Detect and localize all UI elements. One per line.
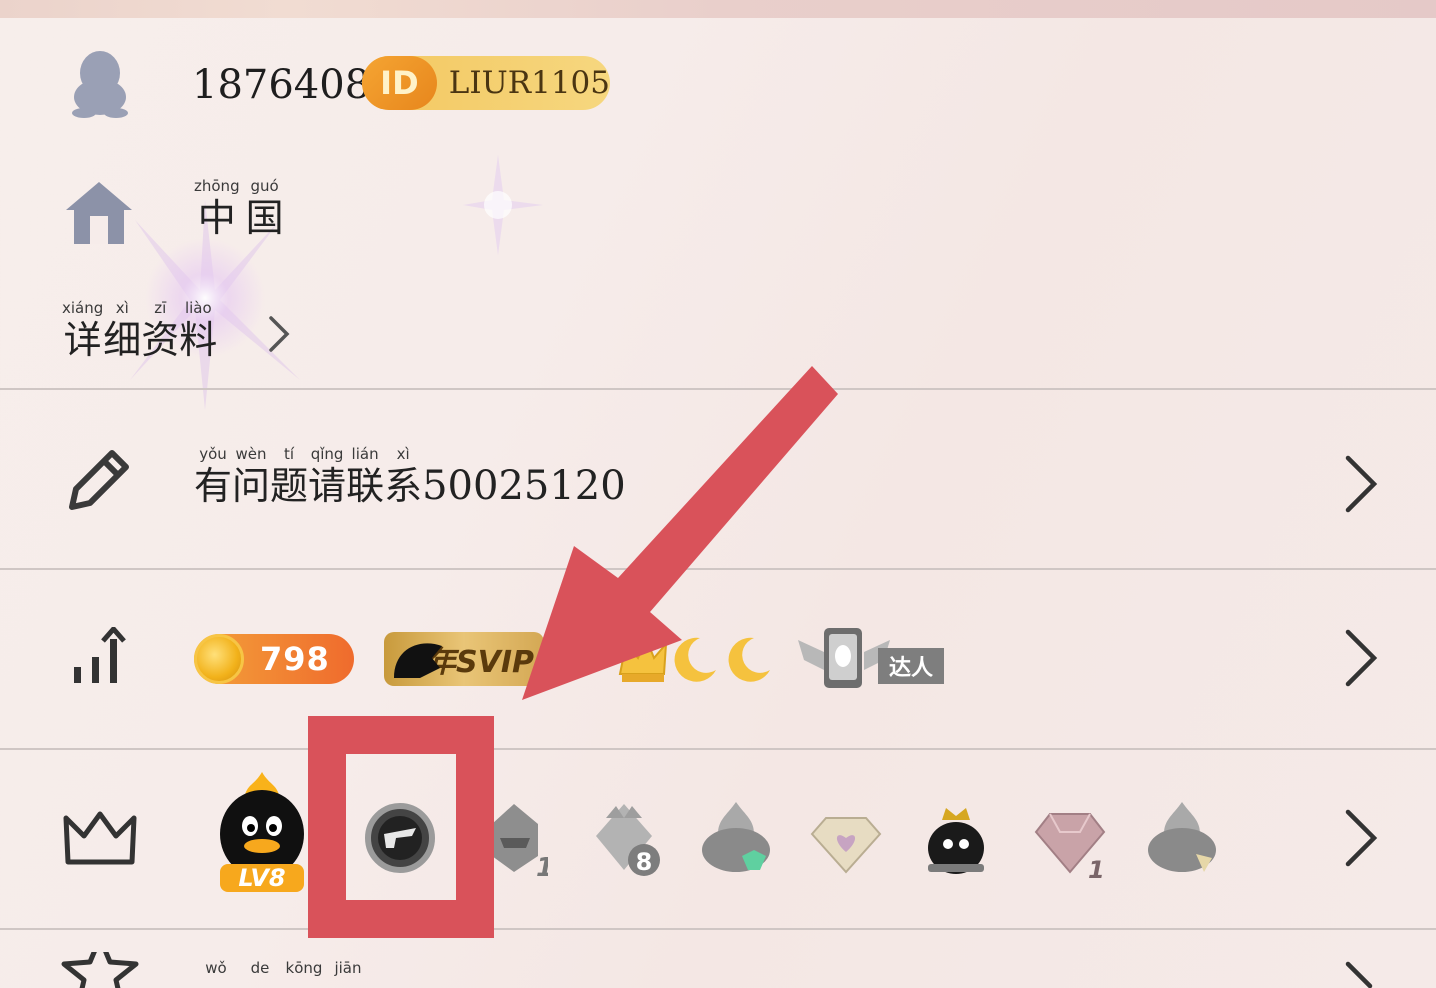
growth-chart-icon xyxy=(66,626,136,688)
pinyin: qǐng xyxy=(310,445,344,463)
char: 中 xyxy=(197,196,236,240)
moon-level-icon xyxy=(728,637,770,682)
home-icon xyxy=(62,178,136,248)
daren-badge[interactable]: 达人 xyxy=(796,626,944,690)
char: 题 xyxy=(270,464,309,508)
svip-badge[interactable]: 年SVIP xyxy=(384,632,544,686)
knight-helmet-badge-icon[interactable]: 1 xyxy=(486,800,548,880)
star-outline-icon xyxy=(60,952,140,988)
pinyin: kōng xyxy=(285,960,323,977)
annotation-highlight-box xyxy=(308,716,494,938)
badge-count: 1 xyxy=(536,853,548,880)
details-chevron-icon[interactable] xyxy=(266,314,292,354)
pinyin: tí xyxy=(284,445,295,463)
coin-badge[interactable]: 798 xyxy=(194,634,354,684)
pinyin: xì xyxy=(115,299,129,317)
pink-diamond-badge-icon[interactable]: 1 xyxy=(1032,810,1108,880)
char: 请 xyxy=(308,464,347,508)
top-bar xyxy=(0,0,1436,18)
pinyin: xì xyxy=(396,445,410,463)
char: 料 xyxy=(179,318,218,362)
divider xyxy=(0,388,1436,390)
heart-diamond-badge-icon[interactable] xyxy=(808,814,884,874)
qq-penguin-icon xyxy=(66,48,134,120)
char: 细 xyxy=(103,318,142,362)
crown-level-icon xyxy=(618,635,668,682)
char: 联 xyxy=(346,464,385,508)
small-sparkle-decoration xyxy=(463,155,543,255)
signature-text[interactable]: yǒu 有 wèn 问 tí 题 qǐng 请 lián 联 xì 系 50025120 xyxy=(194,446,626,508)
svip-penguin-icon xyxy=(394,643,442,678)
pinyin: wèn xyxy=(235,445,267,463)
pinyin: zhōng xyxy=(194,177,240,195)
id-icon: ID xyxy=(362,56,437,110)
char: 详 xyxy=(63,318,102,362)
gem-count: 8 xyxy=(636,848,653,876)
divider xyxy=(0,568,1436,570)
chevron-right-icon[interactable] xyxy=(1344,628,1378,688)
crown-gem-badge-icon[interactable]: 8 xyxy=(586,800,662,880)
pinyin: zī xyxy=(154,299,167,317)
coin-icon xyxy=(194,634,244,684)
flame-green-gem-badge-icon[interactable] xyxy=(696,800,776,880)
divider xyxy=(0,928,1436,930)
pinyin: xiáng xyxy=(62,299,104,317)
chevron-right-icon[interactable] xyxy=(1344,960,1378,988)
pinyin: lián xyxy=(351,445,379,463)
pinyin: jiān xyxy=(334,960,362,977)
location-text: zhōng 中 guó 国 xyxy=(194,178,284,240)
flame-helmet-badge-icon[interactable] xyxy=(1142,800,1222,880)
qq-number: 1876408 xyxy=(192,62,371,108)
char: 国 xyxy=(245,196,284,240)
my-space-text[interactable]: wǒ de kōng jiān xyxy=(194,960,370,988)
divider xyxy=(0,748,1436,750)
qq-id-badge[interactable]: ID LIUR1105 xyxy=(362,56,610,110)
char: 系 xyxy=(384,464,423,508)
pinyin: wǒ xyxy=(205,960,227,977)
char: 问 xyxy=(232,464,271,508)
qq-level-penguin-icon[interactable]: LV8 xyxy=(212,770,312,894)
pinyin: guó xyxy=(250,177,279,195)
qq-id-value: LIUR1105 xyxy=(448,65,610,101)
coin-value: 798 xyxy=(260,640,330,678)
crown-penguin-badge-icon[interactable] xyxy=(924,806,988,876)
details-link[interactable]: xiáng 详 xì 细 zī 资 liào 料 xyxy=(62,300,217,362)
moon-level-icon xyxy=(674,637,716,682)
pinyin: liào xyxy=(184,299,212,317)
chevron-right-icon[interactable] xyxy=(1344,454,1378,514)
lv-label: LV8 xyxy=(238,864,285,892)
badge-count: 1 xyxy=(1088,856,1105,880)
crown-outline-icon xyxy=(62,806,138,870)
pinyin: de xyxy=(250,960,270,977)
edit-pencil-icon xyxy=(62,444,136,516)
chevron-right-icon[interactable] xyxy=(1344,808,1378,868)
pinyin: yǒu xyxy=(199,445,227,463)
signature-digits: 50025120 xyxy=(422,463,626,509)
daren-label: 达人 xyxy=(878,648,944,684)
char: 资 xyxy=(141,318,180,362)
char: 有 xyxy=(194,464,233,508)
